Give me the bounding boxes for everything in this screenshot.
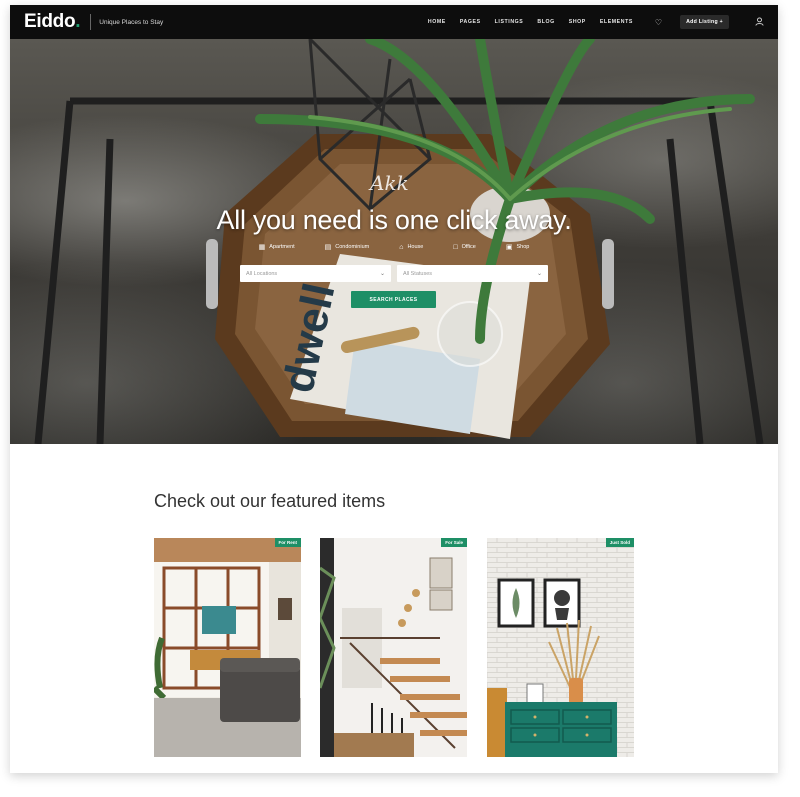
- status-badge: For Rent: [274, 538, 301, 547]
- add-listing-button[interactable]: Add Listing +: [680, 15, 729, 29]
- hero-photo-illustration: dwell: [34, 39, 764, 444]
- card-image-dresser: [487, 538, 634, 757]
- building-icon: ▦: [258, 244, 266, 251]
- house-icon: ⌂: [399, 243, 404, 251]
- category-shop[interactable]: ▣ Shop: [506, 243, 529, 251]
- top-nav: Eiddo. Unique Places to Stay HOME PAGES …: [10, 5, 778, 39]
- category-house[interactable]: ⌂ House: [399, 243, 423, 251]
- nav-divider: [90, 14, 92, 30]
- menu-item-pages[interactable]: PAGES: [460, 19, 481, 25]
- card-image-staircase: [320, 538, 467, 757]
- hero-title: All you need is one click away.: [216, 205, 572, 235]
- office-icon: □: [453, 243, 458, 251]
- page-frame: Eiddo. Unique Places to Stay HOME PAGES …: [10, 5, 778, 773]
- menu-item-listings[interactable]: LISTINGS: [495, 19, 524, 25]
- featured-card-3[interactable]: Just Sold: [487, 538, 634, 757]
- status-badge: Just Sold: [605, 538, 634, 547]
- featured-card-1[interactable]: For Rent: [154, 538, 301, 757]
- heart-icon[interactable]: ♡: [655, 18, 662, 27]
- category-tabs: ▦ Apartment ▤ Condominium ⌂ House □ Office ▣…: [10, 243, 778, 252]
- tagline: Unique Places to Stay: [99, 18, 164, 26]
- menu-item-elements[interactable]: ELEMENTS: [600, 19, 633, 25]
- search-places-button[interactable]: SEARCH PLACES: [351, 291, 436, 308]
- shop-icon: ▣: [505, 244, 513, 251]
- status-select[interactable]: All Statuses ⌄: [397, 265, 548, 282]
- featured-card-2[interactable]: For Sale: [320, 538, 467, 757]
- category-condominium[interactable]: ▤ Condominium: [325, 243, 370, 251]
- category-apartment[interactable]: ▦ Apartment: [259, 243, 295, 251]
- category-office[interactable]: □ Office: [453, 243, 476, 251]
- menu-item-home[interactable]: HOME: [428, 19, 446, 25]
- status-badge: For Sale: [441, 538, 467, 547]
- chevron-down-icon: ⌄: [379, 271, 385, 277]
- hero-section: dwell Akk All you need is one click away…: [10, 39, 778, 444]
- signature-script: Akk: [370, 171, 409, 195]
- menu-item-shop[interactable]: SHOP: [569, 19, 586, 25]
- menu-item-blog[interactable]: BLOG: [537, 19, 554, 25]
- search-filters: All Locations ⌄ All Statuses ⌄: [240, 265, 548, 282]
- location-select[interactable]: All Locations ⌄: [240, 265, 391, 282]
- card-image-living-room: [154, 538, 301, 757]
- featured-title: Check out our featured items: [154, 491, 386, 511]
- logo[interactable]: Eiddo.: [24, 11, 81, 33]
- condo-icon: ▤: [324, 244, 332, 251]
- main-menu: HOME PAGES LISTINGS BLOG SHOP ELEMENTS ♡…: [428, 15, 764, 29]
- user-icon[interactable]: [755, 16, 764, 28]
- chevron-down-icon: ⌄: [536, 271, 542, 277]
